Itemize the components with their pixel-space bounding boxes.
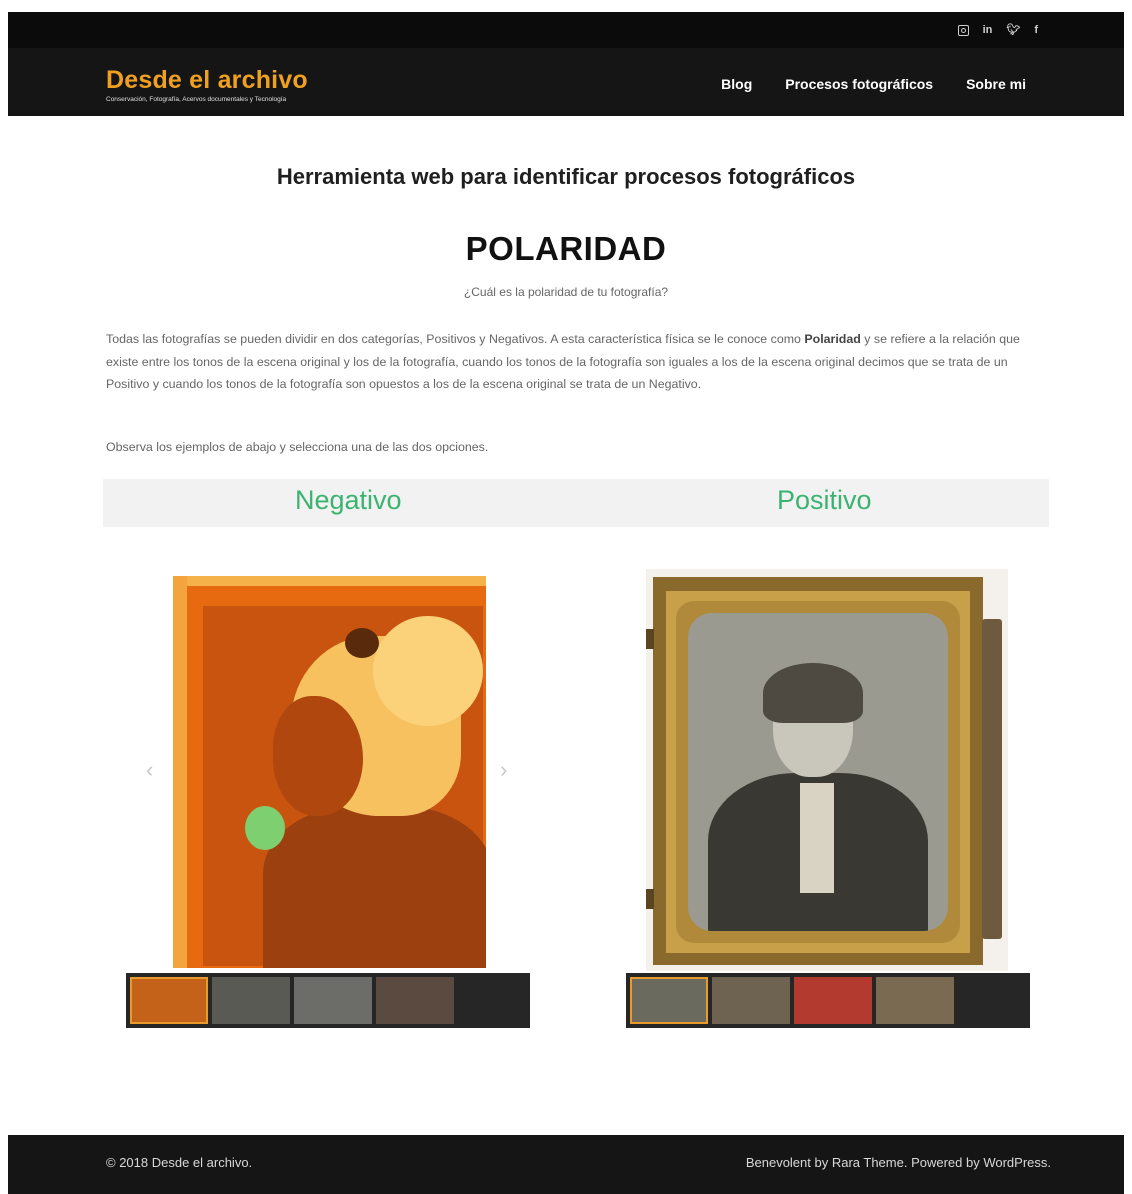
portrait-shirt (800, 783, 834, 893)
daguerreotype-plate (688, 613, 948, 931)
social-links: in 🐦︎ f (957, 23, 1038, 37)
site-footer: © 2018 Desde el archivo. Benevolent by R… (8, 1135, 1124, 1194)
portrait-hair (763, 663, 863, 723)
gallery-prev-arrow-icon[interactable]: ‹ (146, 757, 153, 783)
twitter-icon[interactable]: 🐦︎ (1006, 23, 1020, 37)
negative-rose (245, 806, 285, 850)
positive-thumbnail-4[interactable] (876, 977, 954, 1024)
intro-text-1: Todas las fotografías se pueden dividir … (106, 332, 805, 346)
nav-item-blog[interactable]: Blog (721, 76, 752, 92)
negative-thumbnail-4[interactable] (376, 977, 454, 1024)
page: in 🐦︎ f Desde el archivo Conservación, F… (8, 12, 1124, 1194)
positive-thumbnail-3[interactable] (794, 977, 872, 1024)
instagram-icon[interactable] (957, 24, 969, 36)
negative-figure-hair-top (373, 616, 483, 726)
positive-example-image (646, 569, 1008, 971)
intro-paragraph: Todas las fotografías se pueden dividir … (106, 328, 1046, 396)
instruction-text: Observa los ejemplos de abajo y seleccio… (106, 440, 489, 454)
main-nav: Blog Procesos fotográficos Sobre mi (721, 76, 1026, 92)
negative-figure-body (263, 806, 486, 968)
section-title: POLARIDAD (465, 230, 667, 267)
negative-figure-face (273, 696, 363, 816)
top-social-bar: in 🐦︎ f (8, 12, 1124, 48)
positive-thumbnail-1[interactable] (630, 977, 708, 1024)
gallery-next-arrow-icon[interactable]: › (500, 757, 507, 783)
footer-copyright: © 2018 Desde el archivo. (106, 1155, 253, 1170)
nav-item-sobre-mi[interactable]: Sobre mi (966, 76, 1026, 92)
case-lid-edge (982, 619, 1002, 939)
negative-thumbnail-3[interactable] (294, 977, 372, 1024)
negative-hair-flower (345, 628, 379, 658)
positive-thumbnail-strip (626, 973, 1030, 1028)
negative-thumbnail-1[interactable] (130, 977, 208, 1024)
case-hinge-top (646, 629, 654, 649)
positive-thumbnail-2[interactable] (712, 977, 790, 1024)
negative-example-image (173, 576, 486, 968)
negative-thumbnail-strip (126, 973, 530, 1028)
linkedin-icon[interactable]: in (983, 23, 993, 37)
site-title-link[interactable]: Desde el archivo (106, 66, 308, 95)
option-negativo-button[interactable]: Negativo (295, 485, 402, 516)
facebook-icon[interactable]: f (1034, 23, 1038, 37)
page-title: Herramienta web para identificar proceso… (276, 164, 856, 189)
negative-thumbnail-2[interactable] (212, 977, 290, 1024)
film-edge (173, 576, 486, 586)
polarity-options-bar: Negativo Positivo (103, 479, 1049, 527)
nav-item-procesos-fotograficos[interactable]: Procesos fotográficos (785, 76, 933, 92)
footer-credits[interactable]: Benevolent by Rara Theme. Powered by Wor… (746, 1155, 1051, 1170)
case-hinge-bottom (646, 889, 654, 909)
film-edge-side (173, 576, 187, 968)
option-positivo-button[interactable]: Positivo (777, 485, 872, 516)
site-tagline: Conservación, Fotografía, Acervos docume… (106, 96, 287, 103)
section-question: ¿Cuál es la polaridad de tu fotografía? (463, 285, 669, 299)
site-header: Desde el archivo Conservación, Fotografí… (8, 48, 1124, 116)
intro-bold-term: Polaridad (804, 332, 861, 346)
